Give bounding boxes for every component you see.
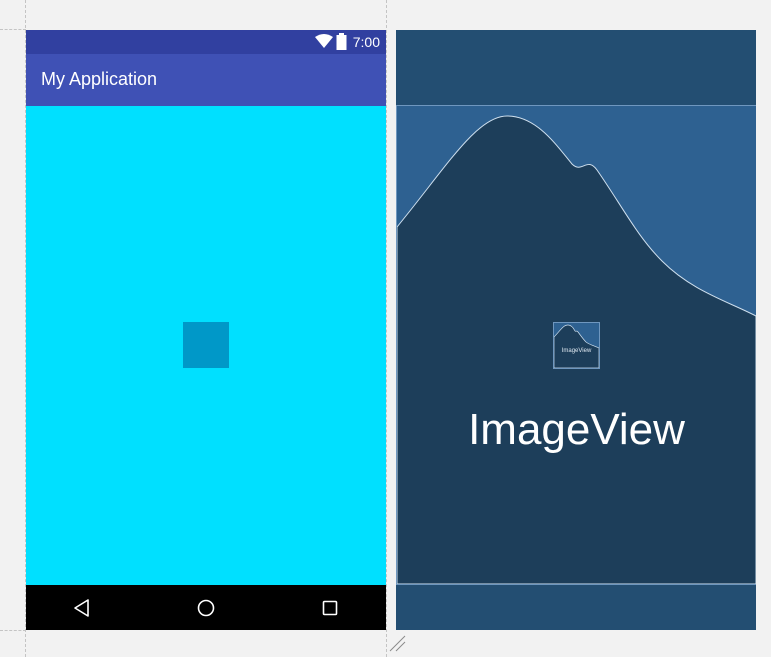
resize-grip-icon[interactable] [388,634,408,654]
home-circle-icon[interactable] [193,595,219,621]
navigation-bar [26,585,386,630]
wifi-icon [315,34,333,48]
back-triangle-icon[interactable] [69,595,95,621]
guide-top [0,29,26,30]
image-view[interactable] [183,322,229,368]
blueprint-surface[interactable]: ImageView ImageView [396,30,756,630]
app-bar: My Application [26,54,386,106]
app-title: My Application [41,69,158,89]
thumbnail-art [554,323,599,368]
content-area[interactable] [26,106,386,585]
blueprint-thumbnail[interactable]: ImageView [553,322,600,369]
component-label: ImageView [468,405,685,454]
thumbnail-label: ImageView [561,348,592,354]
status-time: 7:00 [352,34,380,50]
design-surface[interactable]: 7:00 My Application [26,30,386,630]
guide-bottom [0,630,26,631]
blueprint-image-view[interactable]: ImageView ImageView [396,105,756,585]
battery-icon [336,33,347,50]
guide-right [386,0,387,657]
status-bar: 7:00 [26,30,386,54]
recents-square-icon[interactable] [317,595,343,621]
